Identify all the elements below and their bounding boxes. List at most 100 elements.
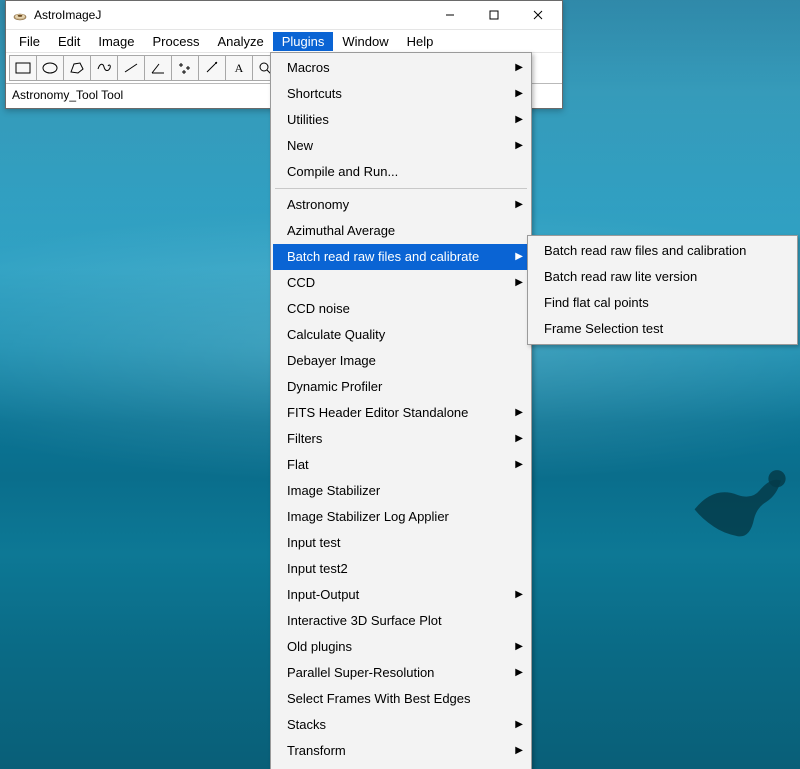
plugins-item[interactable]: CCD noise [273,296,529,322]
plugins-item[interactable]: Input-Output ▶ [273,582,529,608]
batch-submenu-item[interactable]: Batch read raw files and calibration [530,238,795,264]
menu-item-label: Input test [287,534,340,552]
plugins-item[interactable]: Compile and Run... [273,159,529,185]
plugins-item[interactable]: Transform ▶ [273,738,529,764]
menu-image[interactable]: Image [89,32,143,51]
submenu-arrow-icon: ▶ [515,196,523,214]
menu-item-label: Find flat cal points [544,294,649,312]
menu-item-label: Batch read raw lite version [544,268,697,286]
plugins-item[interactable]: Shortcuts ▶ [273,81,529,107]
plugins-item[interactable]: CCD ▶ [273,270,529,296]
menu-item-label: Compile and Run... [287,163,398,181]
plugins-item[interactable]: Filters ▶ [273,426,529,452]
menu-item-label: Select Frames With Best Edges [287,690,471,708]
menu-item-label: Macros [287,59,330,77]
plugins-item[interactable]: Flat ▶ [273,452,529,478]
menu-window[interactable]: Window [333,32,397,51]
plugins-item[interactable]: Input test [273,530,529,556]
menu-item-label: Image Stabilizer [287,482,380,500]
menu-item-label: FITS Header Editor Standalone [287,404,468,422]
plugins-item[interactable]: Azimuthal Average [273,218,529,244]
submenu-arrow-icon: ▶ [515,586,523,604]
svg-text:A: A [235,61,244,75]
tool-rectangle[interactable] [9,55,37,81]
submenu-arrow-icon: ▶ [515,248,523,266]
desktop-background: AstroImageJ File Edit Image Process Anal… [0,0,800,769]
menu-file[interactable]: File [10,32,49,51]
menu-item-label: Interactive 3D Surface Plot [287,612,442,630]
plugins-item[interactable]: Macros ▶ [273,55,529,81]
submenu-arrow-icon: ▶ [515,404,523,422]
plugins-item[interactable]: Select Frames With Best Edges [273,686,529,712]
menu-analyze[interactable]: Analyze [208,32,272,51]
submenu-arrow-icon: ▶ [515,111,523,129]
maximize-button[interactable] [472,2,516,28]
menu-item-label: New [287,137,313,155]
titlebar[interactable]: AstroImageJ [6,1,562,30]
menu-item-label: Dynamic Profiler [287,378,382,396]
menu-item-label: Old plugins [287,638,352,656]
plugins-item[interactable]: FITS Header Editor Standalone ▶ [273,400,529,426]
menu-help[interactable]: Help [398,32,443,51]
menu-item-label: Calculate Quality [287,326,385,344]
plugins-item[interactable]: Batch read raw files and calibrate ▶ [273,244,529,270]
plugins-item[interactable]: Utilities ▶ [273,107,529,133]
menu-item-label: Frame Selection test [544,320,663,338]
submenu-arrow-icon: ▶ [515,664,523,682]
menu-item-label: Filters [287,430,322,448]
menu-item-label: Flat [287,456,309,474]
plugins-item[interactable]: Calculate Quality [273,322,529,348]
plugins-item[interactable]: Dynamic Profiler [273,374,529,400]
plugins-item[interactable]: Parallel Super-Resolution ▶ [273,660,529,686]
menu-item-label: Transform [287,742,346,760]
menu-item-label: CCD [287,274,315,292]
menu-item-label: Input-Output [287,586,359,604]
tool-multipoint[interactable] [171,55,199,81]
status-text: Astronomy_Tool Tool [12,88,123,102]
menu-item-label: Image Stabilizer Log Applier [287,508,449,526]
tool-freehand[interactable] [90,55,118,81]
submenu-arrow-icon: ▶ [515,274,523,292]
plugins-item[interactable]: Image Stabilizer [273,478,529,504]
tool-wand[interactable] [198,55,226,81]
batch-submenu-item[interactable]: Frame Selection test [530,316,795,342]
desktop-figure [685,440,800,550]
plugins-item[interactable]: Debayer Image [273,348,529,374]
submenu-arrow-icon: ▶ [515,456,523,474]
menu-item-label: Batch read raw files and calibrate [287,248,479,266]
plugins-item[interactable]: Astronomy▶ [273,192,529,218]
plugins-item[interactable]: Image Stabilizer Log Applier [273,504,529,530]
plugins-item[interactable]: New▶ [273,133,529,159]
app-icon [12,7,28,23]
minimize-button[interactable] [428,2,472,28]
plugins-item[interactable]: Old plugins▶ [273,634,529,660]
tool-text[interactable]: A [225,55,253,81]
menu-item-label: Input test2 [287,560,348,578]
menu-process[interactable]: Process [144,32,209,51]
plugins-item[interactable]: test▶ [273,764,529,769]
plugins-dropdown: Macros▶Shortcuts▶Utilities▶New▶Compile a… [270,52,532,769]
menu-item-label: Batch read raw files and calibration [544,242,746,260]
menu-plugins[interactable]: Plugins [273,32,334,51]
submenu-arrow-icon: ▶ [515,430,523,448]
submenu-arrow-icon: ▶ [515,716,523,734]
plugins-item[interactable]: Input test2 [273,556,529,582]
submenu-arrow-icon: ▶ [515,742,523,760]
menu-item-label: Parallel Super-Resolution [287,664,434,682]
submenu-arrow-icon: ▶ [515,59,523,77]
tool-line[interactable] [117,55,145,81]
menu-edit[interactable]: Edit [49,32,89,51]
close-button[interactable] [516,2,560,28]
batch-submenu-item[interactable]: Find flat cal points [530,290,795,316]
menu-item-label: Utilities [287,111,329,129]
batch-submenu-item[interactable]: Batch read raw lite version [530,264,795,290]
tool-polygon[interactable] [63,55,91,81]
tool-oval[interactable] [36,55,64,81]
plugins-item[interactable]: Interactive 3D Surface Plot [273,608,529,634]
menu-item-label: Shortcuts [287,85,342,103]
menu-item-label: Debayer Image [287,352,376,370]
tool-angle[interactable] [144,55,172,81]
menu-item-label: Azimuthal Average [287,222,395,240]
submenu-arrow-icon: ▶ [515,85,523,103]
plugins-item[interactable]: Stacks▶ [273,712,529,738]
